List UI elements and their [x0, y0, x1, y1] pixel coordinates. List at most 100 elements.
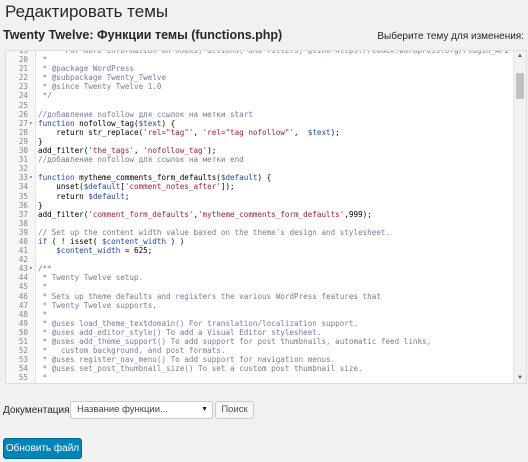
- code-line[interactable]: 21 * @package WordPress: [6, 64, 514, 73]
- code-line[interactable]: 34 unset($default['comment_notes_after']…: [6, 182, 514, 191]
- scroll-thumb[interactable]: [516, 73, 524, 99]
- code-token: *: [38, 373, 48, 383]
- scroll-down-arrow-icon[interactable]: ▼: [514, 373, 526, 383]
- code-line[interactable]: 36}: [6, 201, 514, 210]
- code-token: * Twenty Twelve setup.: [38, 273, 144, 283]
- code-line[interactable]: 33 ▾ function mytheme_comments_form_defaul…: [6, 173, 514, 182]
- code-line[interactable]: 39 // Set up the content width value base…: [6, 228, 514, 237]
- code-text: return $default;: [38, 192, 129, 201]
- code-text: $content_width = 625;: [38, 246, 152, 255]
- update-file-button[interactable]: Обновить файл: [3, 438, 82, 459]
- line-number: 42: [18, 255, 28, 265]
- code-line[interactable]: 47 * Twenty Twelve supports.: [6, 301, 514, 310]
- line-number: 54: [18, 364, 28, 374]
- code-token: //добавление nofollow для ссылок на метк…: [38, 155, 244, 165]
- code-line[interactable]: 26 //добавление nofollow для ссылок на ме…: [6, 110, 514, 119]
- code-line[interactable]: 32: [6, 164, 514, 173]
- code-editor[interactable]: 19 * For more information on hooks, acti…: [5, 50, 527, 384]
- fold-arrow-icon[interactable]: ▾: [29, 119, 35, 128]
- code-token: 'the_tags': [88, 146, 135, 156]
- fold-arrow-icon[interactable]: ▾: [29, 173, 35, 182]
- line-number: 35: [18, 191, 28, 201]
- line-number: 41: [18, 246, 28, 256]
- code-lines[interactable]: 19 * For more information on hooks, acti…: [6, 51, 514, 383]
- code-text: //добавление nofollow для ссылок на метк…: [38, 155, 244, 164]
- code-token: 'rel="tag nofollow"': [202, 127, 295, 137]
- code-line[interactable]: 41 $content_width = 625;: [6, 246, 514, 255]
- code-line[interactable]: 54 * @uses set_post_thumbnail_size() To …: [6, 364, 514, 373]
- code-text: function nofollow_tag($text) {: [38, 119, 175, 128]
- code-token: ,: [193, 127, 203, 137]
- line-number: 53: [18, 355, 28, 365]
- scroll-up-arrow-icon[interactable]: ▲: [514, 51, 526, 61]
- code-token: 'mytheme_comments_form_defaults': [198, 209, 345, 219]
- code-text: return str_replace('rel="tag"', 'rel="ta…: [38, 128, 340, 137]
- code-line[interactable]: 27 ▾ function nofollow_tag($text) {: [6, 119, 514, 128]
- line-number: 48: [18, 309, 28, 319]
- code-token: * @uses add_theme_support() To add suppo…: [38, 337, 432, 346]
- code-line[interactable]: 48 *: [6, 310, 514, 319]
- code-line[interactable]: 31 //добавление nofollow для ссылок на ме…: [6, 155, 514, 164]
- code-line[interactable]: 49 * @uses load_theme_textdomain() For t…: [6, 319, 514, 328]
- code-token: unset(: [38, 182, 84, 192]
- code-line[interactable]: 43 ▾/**: [6, 264, 514, 273]
- code-token: $default: [83, 182, 121, 192]
- code-text: if ( ! isset( $content_width ) ): [38, 237, 184, 246]
- code-area[interactable]: 19 * For more information on hooks, acti…: [6, 51, 514, 383]
- code-line[interactable]: 53 * @uses register_nav_menu() To add su…: [6, 355, 514, 364]
- code-text: *: [38, 55, 48, 64]
- code-line[interactable]: 24 */: [6, 91, 514, 100]
- code-token: 'comment_notes_after': [124, 182, 221, 192]
- code-text: * @uses add_theme_support() To add suppo…: [38, 337, 432, 346]
- code-line[interactable]: 56 * @since Twenty Twelve 1.0: [6, 382, 514, 383]
- function-name-select[interactable]: Название функции... ▼: [70, 401, 213, 419]
- code-line[interactable]: 55 *: [6, 373, 514, 382]
- code-line[interactable]: 44 * Twenty Twelve setup.: [6, 273, 514, 282]
- line-number: 45: [18, 282, 28, 292]
- code-token: 'nofollow_tag': [143, 146, 208, 156]
- code-line[interactable]: 52 * custom background, and post formats…: [6, 346, 514, 355]
- code-token: $default: [88, 191, 125, 201]
- line-number: 37: [18, 209, 28, 219]
- fold-arrow-icon[interactable]: ▾: [29, 264, 35, 273]
- code-text: * @package WordPress: [38, 64, 134, 73]
- code-line[interactable]: 46 * Sets up theme defaults and register…: [6, 292, 514, 301]
- code-line[interactable]: 29}: [6, 137, 514, 146]
- editor-scrollbar[interactable]: ▲ ▼: [513, 51, 526, 383]
- search-button[interactable]: Поиск: [215, 401, 254, 419]
- code-line[interactable]: 50 * @uses add_editor_style() To add a V…: [6, 328, 514, 337]
- code-line[interactable]: 35 return $default;: [6, 192, 514, 201]
- code-line[interactable]: 20 *: [6, 55, 514, 64]
- code-token: //добавление nofollow для ссылок на метк…: [38, 109, 253, 119]
- code-token: */: [38, 91, 52, 101]
- code-line[interactable]: 25: [6, 101, 514, 110]
- code-line[interactable]: 42: [6, 255, 514, 264]
- code-text: *: [38, 373, 48, 383]
- code-token: $content_width: [102, 236, 167, 246]
- line-number: 43: [18, 264, 28, 274]
- code-line[interactable]: 37 add_filter('comment_form_defaults','my…: [6, 210, 514, 219]
- code-line[interactable]: 28 return str_replace('rel="tag"', 'rel=…: [6, 128, 514, 137]
- code-line[interactable]: 30 add_filter('the_tags', 'nofollow_tag')…: [6, 146, 514, 155]
- code-token: nofollow_tag(: [79, 118, 139, 128]
- code-token: *: [38, 282, 48, 292]
- code-token: }: [38, 136, 43, 146]
- code-line[interactable]: 40 if ( ! isset( $content_width ) ): [6, 237, 514, 246]
- code-line[interactable]: 38: [6, 219, 514, 228]
- code-line[interactable]: 22 * @subpackage Twenty_Twelve: [6, 73, 514, 82]
- code-text: * Sets up theme defaults and registers t…: [38, 292, 381, 301]
- code-token: * Twenty Twelve supports.: [38, 300, 157, 310]
- code-line[interactable]: 45 *: [6, 282, 514, 291]
- code-text: */: [38, 91, 52, 100]
- code-text: }: [38, 201, 43, 210]
- code-token: );: [330, 127, 340, 137]
- code-text: * @uses register_nav_menu() To add suppo…: [38, 355, 336, 364]
- code-token: ,: [134, 146, 144, 156]
- code-line[interactable]: 51 * @uses add_theme_support() To add su…: [6, 337, 514, 346]
- code-token: ,999);: [344, 209, 372, 219]
- code-token: function: [38, 118, 80, 128]
- code-token: ) {: [161, 118, 176, 128]
- code-line[interactable]: 23 * @since Twenty Twelve 1.0: [6, 82, 514, 91]
- file-title: Twenty Twelve: Функции темы (functions.p…: [3, 28, 283, 42]
- documentation-label: Документация:: [3, 405, 73, 416]
